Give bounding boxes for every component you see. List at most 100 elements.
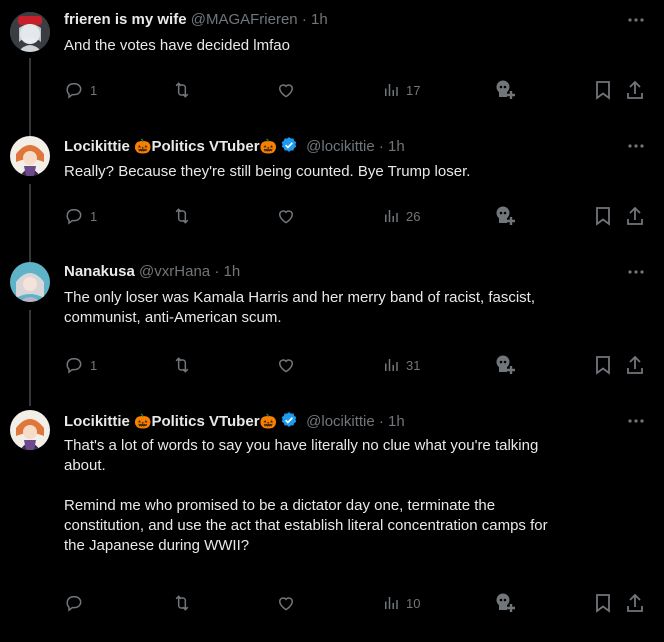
views-count: 17 xyxy=(406,82,421,98)
avatar[interactable] xyxy=(10,12,50,52)
bookmark-button[interactable] xyxy=(594,79,612,101)
grok-button[interactable] xyxy=(494,354,518,376)
more-icon[interactable] xyxy=(626,136,646,156)
action-bar: 10 xyxy=(0,592,664,614)
views-icon xyxy=(385,359,398,371)
retweet-icon xyxy=(175,357,189,373)
handle[interactable]: @vxrHana xyxy=(139,263,210,280)
grok-button[interactable] xyxy=(494,592,518,614)
tweet-header: Nanakusa @vxrHana · 1h xyxy=(64,262,240,282)
share-button[interactable] xyxy=(626,79,644,101)
tweet[interactable]: Locikittie 🎃Politics VTuber🎃 @locikittie… xyxy=(0,402,664,642)
retweet-button[interactable] xyxy=(172,79,192,101)
share-button[interactable] xyxy=(626,592,644,614)
like-icon xyxy=(278,84,294,98)
grok-button[interactable] xyxy=(494,79,518,101)
tweet[interactable]: Locikittie 🎃Politics VTuber🎃 @locikittie… xyxy=(0,126,664,252)
share-button[interactable] xyxy=(626,354,644,376)
like-button[interactable] xyxy=(276,354,296,376)
handle[interactable]: @locikittie xyxy=(306,138,375,155)
timestamp[interactable]: · 1h xyxy=(214,263,240,280)
reply-count: 1 xyxy=(90,82,98,98)
bookmark-icon xyxy=(596,207,610,226)
verified-badge-icon[interactable] xyxy=(280,136,298,154)
action-bar: 1 31 xyxy=(0,354,664,376)
more-icon[interactable] xyxy=(626,411,646,431)
pumpkin-emoji: 🎃 xyxy=(134,413,152,429)
like-button[interactable] xyxy=(276,205,296,227)
pumpkin-emoji: 🎃 xyxy=(134,138,152,154)
views-button[interactable]: 31 xyxy=(382,354,420,376)
reply-button[interactable]: 1 xyxy=(64,354,97,376)
reply-button[interactable]: 1 xyxy=(64,205,97,227)
verified-badge-icon[interactable] xyxy=(280,411,298,429)
like-icon xyxy=(278,210,294,224)
tweet-text: That's a lot of words to say you have li… xyxy=(64,437,548,554)
grok-icon xyxy=(496,355,515,374)
handle[interactable]: @MAGAFrieren xyxy=(191,11,298,28)
tweet-header: Locikittie 🎃Politics VTuber🎃 @locikittie… xyxy=(64,411,405,431)
like-button[interactable] xyxy=(276,79,296,101)
retweet-button[interactable] xyxy=(172,205,192,227)
reply-button[interactable] xyxy=(64,592,90,614)
tweet-text: And the votes have decided lmfao xyxy=(64,37,290,54)
more-icon[interactable] xyxy=(626,262,646,282)
retweet-button[interactable] xyxy=(172,354,192,376)
tweet[interactable]: Nanakusa @vxrHana · 1h The only loser wa… xyxy=(0,252,664,402)
retweet-icon xyxy=(175,82,189,98)
share-button[interactable] xyxy=(626,205,644,227)
like-icon xyxy=(278,597,294,611)
views-button[interactable]: 17 xyxy=(382,79,420,101)
pumpkin-emoji: 🎃 xyxy=(259,413,277,429)
bookmark-icon xyxy=(596,594,610,613)
retweet-icon xyxy=(175,595,189,611)
reply-icon xyxy=(66,596,82,612)
views-button[interactable]: 10 xyxy=(382,592,420,614)
retweet-icon xyxy=(175,208,189,224)
tweet-text: Really? Because they're still being coun… xyxy=(64,163,471,180)
share-icon xyxy=(627,206,643,225)
reply-count: 1 xyxy=(90,208,98,224)
display-name[interactable]: Nanakusa xyxy=(64,263,135,280)
views-count: 10 xyxy=(406,595,421,611)
grok-icon xyxy=(496,593,515,612)
grok-icon xyxy=(496,80,515,99)
more-icon[interactable] xyxy=(626,10,646,30)
like-icon xyxy=(278,359,294,373)
views-count: 31 xyxy=(406,357,421,373)
display-name[interactable]: frieren is my wife xyxy=(64,11,187,28)
action-bar: 1 26 xyxy=(0,205,664,227)
timestamp[interactable]: · 1h xyxy=(379,138,405,155)
views-icon xyxy=(385,210,398,222)
share-icon xyxy=(627,593,643,612)
share-icon xyxy=(627,80,643,99)
retweet-button[interactable] xyxy=(172,592,192,614)
reply-icon xyxy=(66,209,82,225)
bookmark-button[interactable] xyxy=(594,354,612,376)
like-button[interactable] xyxy=(276,592,296,614)
pumpkin-emoji: 🎃 xyxy=(259,138,277,154)
display-name[interactable]: Locikittie 🎃Politics VTuber🎃 xyxy=(64,413,277,430)
views-count: 26 xyxy=(406,208,421,224)
reply-icon xyxy=(66,358,82,374)
grok-button[interactable] xyxy=(494,205,518,227)
tweet-header: frieren is my wife @MAGAFrieren · 1h xyxy=(64,10,328,30)
display-name[interactable]: Locikittie 🎃Politics VTuber🎃 xyxy=(64,138,277,155)
reply-icon xyxy=(66,83,82,99)
handle[interactable]: @locikittie xyxy=(306,413,375,430)
tweet-text: The only loser was Kamala Harris and her… xyxy=(64,289,536,326)
avatar[interactable] xyxy=(10,410,50,450)
avatar[interactable] xyxy=(10,136,50,176)
action-bar: 1 17 xyxy=(0,79,664,101)
bookmark-icon xyxy=(596,356,610,375)
timestamp[interactable]: · 1h xyxy=(379,413,405,430)
views-icon xyxy=(385,597,398,609)
reply-button[interactable]: 1 xyxy=(64,79,97,101)
avatar[interactable] xyxy=(10,262,50,302)
grok-icon xyxy=(496,206,515,225)
timestamp[interactable]: · 1h xyxy=(302,11,328,28)
bookmark-button[interactable] xyxy=(594,205,612,227)
bookmark-button[interactable] xyxy=(594,592,612,614)
tweet[interactable]: frieren is my wife @MAGAFrieren · 1h And… xyxy=(0,0,664,126)
views-button[interactable]: 26 xyxy=(382,205,420,227)
